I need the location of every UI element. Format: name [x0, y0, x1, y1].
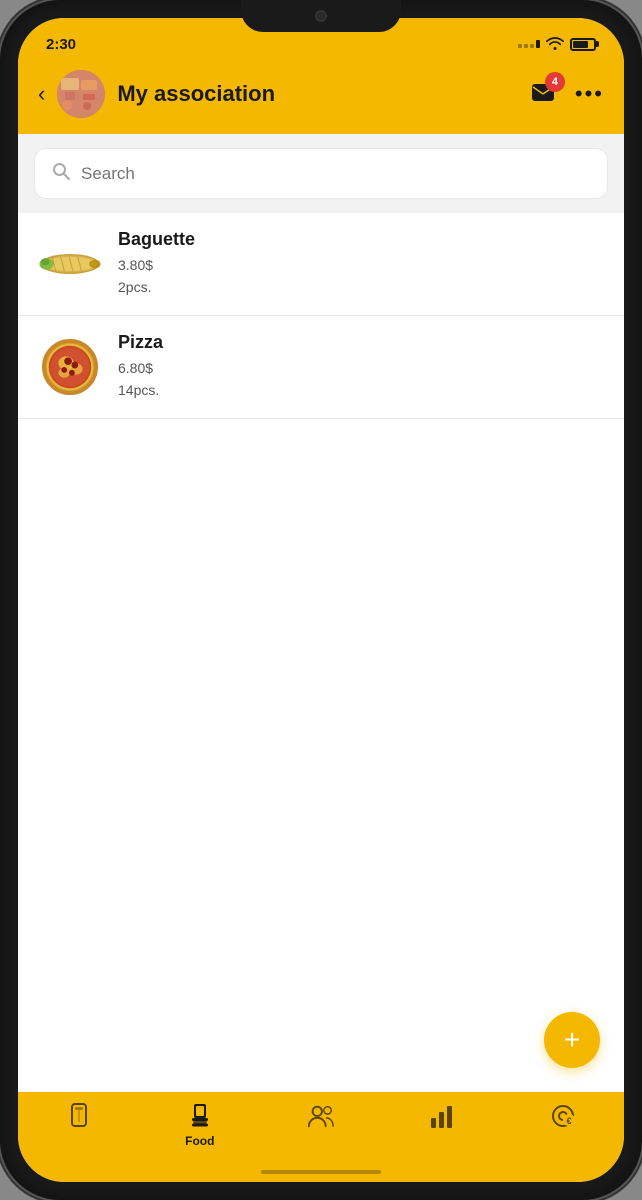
back-button[interactable]: ‹	[38, 81, 45, 107]
more-button[interactable]: •••	[575, 81, 604, 107]
notification-button[interactable]: 4	[531, 78, 559, 111]
wifi-icon	[546, 37, 564, 51]
item-image-pizza	[38, 335, 102, 399]
nav-item-food[interactable]: Food	[170, 1102, 230, 1148]
notification-badge: 4	[545, 72, 565, 92]
item-price: 3.80$ 2pcs.	[118, 254, 604, 299]
header: ‹ My association	[18, 62, 624, 134]
svg-text:€: €	[567, 1116, 572, 1126]
item-name: Baguette	[118, 229, 604, 250]
search-icon	[51, 161, 71, 186]
settings-icon: €	[549, 1102, 577, 1130]
avatar	[57, 70, 105, 118]
item-name: Pizza	[118, 332, 604, 353]
people-icon	[307, 1102, 335, 1130]
camera	[315, 10, 327, 22]
status-time: 2:30	[46, 36, 76, 53]
content-area: Baguette 3.80$ 2pcs.	[18, 213, 624, 1092]
food-icon	[186, 1102, 214, 1130]
list-item[interactable]: Baguette 3.80$ 2pcs.	[18, 213, 624, 316]
header-actions: 4 •••	[531, 78, 604, 111]
search-bar	[34, 148, 608, 199]
status-icons	[518, 37, 596, 51]
item-info-pizza: Pizza 6.80$ 14pcs.	[118, 332, 604, 402]
phone-screen: 2:30	[18, 18, 624, 1182]
item-info-baguette: Baguette 3.80$ 2pcs.	[118, 229, 604, 299]
nav-item-drink[interactable]	[49, 1102, 109, 1134]
bottom-nav: Food	[18, 1092, 624, 1182]
drink-icon	[65, 1102, 93, 1130]
nav-item-stats[interactable]	[412, 1102, 472, 1134]
page-title: My association	[117, 81, 519, 107]
signal-icon	[518, 40, 540, 48]
stats-icon	[428, 1102, 456, 1130]
nav-item-people[interactable]	[291, 1102, 351, 1134]
home-indicator	[261, 1170, 381, 1174]
search-section	[18, 134, 624, 213]
item-image-baguette	[38, 232, 102, 296]
avatar-image	[57, 70, 105, 118]
phone-frame: 2:30	[0, 0, 642, 1200]
nav-label-food: Food	[185, 1134, 214, 1148]
add-button[interactable]: +	[544, 1012, 600, 1068]
nav-item-settings[interactable]: €	[533, 1102, 593, 1134]
item-price: 6.80$ 14pcs.	[118, 357, 604, 402]
search-input[interactable]	[81, 164, 591, 184]
battery-icon	[570, 38, 596, 51]
list-item[interactable]: Pizza 6.80$ 14pcs.	[18, 316, 624, 419]
notch	[241, 0, 401, 32]
